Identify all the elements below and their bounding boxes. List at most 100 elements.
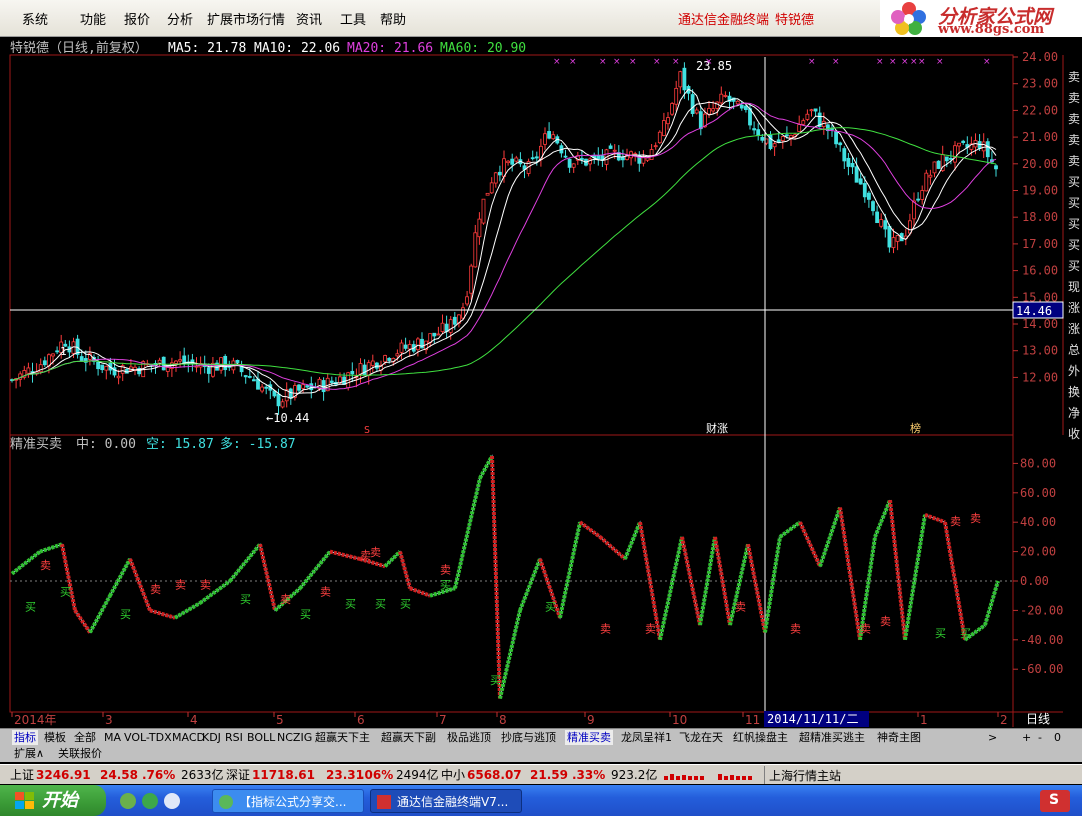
tab-13[interactable]: 抄底与逃顶 [499,730,558,745]
indicator-tick-label: 60.00 [1020,486,1056,500]
extension-bar: 扩展∧ 关联报价 [0,745,1082,762]
tab-6[interactable]: KDJ [200,730,223,745]
candle-body [440,322,445,333]
indicator-kong: 空: 15.87 [146,437,214,452]
moving-average-lines [11,88,997,399]
menu-help[interactable]: 帮助 [380,9,406,28]
candle-body [260,386,265,392]
tab-control-0[interactable]: > [986,730,999,745]
candle-body [780,136,785,141]
menu-news[interactable]: 资讯 [296,9,322,28]
signal-marker: × [705,57,713,67]
candle-body [403,344,408,349]
tab-19[interactable]: 神奇主图 [875,730,923,745]
tab-1[interactable]: 模板 [42,730,68,745]
tab-12[interactable]: 极品逃顶 [445,730,493,745]
candlestick-series [10,62,998,415]
tab-10[interactable]: 超赢天下主 [313,730,372,745]
date-highlight: 2014/11/11/二 [767,712,858,726]
tab-control-3[interactable]: 0 [1052,730,1063,745]
quicklaunch-app-icon[interactable] [120,793,136,809]
candle-body [957,142,961,147]
sell-signal-label: 卖 [645,622,656,635]
menu-quote[interactable]: 报价 [124,9,150,28]
tab-control-2[interactable]: - [1036,730,1044,745]
price-tick-label: 12.00 [1022,370,1058,384]
sz-pct: .06% [360,768,394,782]
side-label: 涨 [1068,321,1080,336]
tab-16[interactable]: 飞龙在天 [677,730,725,745]
menu-extended-market[interactable]: 扩展市场行情 [207,9,285,28]
side-label: 现 [1068,280,1080,294]
main-chart-title: 特锐德（日线,前复权） [10,40,148,56]
expand-button[interactable]: 扩展∧ [14,746,44,761]
quicklaunch-browser-icon[interactable] [142,793,158,809]
tab-11[interactable]: 超赢天下副 [379,730,438,745]
zx-pct: .33% [572,768,606,782]
menu-analysis[interactable]: 分析 [167,9,193,28]
sell-signal-label: 卖 [880,615,891,628]
candle-body [756,129,761,136]
candle-body [465,296,470,305]
tab-8[interactable]: BOLL [245,730,277,745]
candle-body [596,155,601,160]
side-label: 买 [1068,238,1080,252]
taskbar-item-tdx-terminal[interactable]: 通达信金融终端V7... [370,789,522,813]
candle-body [485,192,490,196]
signal-marker: × [876,57,884,67]
candle-body [493,172,498,184]
tab-17[interactable]: 红帆操盘主 [731,730,790,745]
menu-system[interactable]: 系统 [22,9,48,28]
buy-segment [558,521,582,619]
price-tick-label: 22.00 [1022,103,1058,117]
date-tick-label: 2014年 [14,713,57,727]
candle-body [883,220,888,230]
tab-0[interactable]: 指标 [12,730,38,745]
sh-pct: .76% [142,768,176,782]
candle-body [981,141,986,152]
ma5-line [11,88,997,399]
candle-body [567,158,572,168]
chart-area[interactable]: 特锐德（日线,前复权） MA5: 21.78 MA10: 22.06 MA20:… [0,37,1082,728]
taskbar-item-formula-share[interactable]: 【指标公式分享交... [212,789,364,813]
menu-tools[interactable]: 工具 [340,9,366,28]
candle-body [694,109,699,114]
linked-quote-button[interactable]: 关联报价 [58,746,102,761]
candle-body [223,355,228,371]
tab-7[interactable]: RSI [223,730,245,745]
candle-body [657,131,662,144]
candle-body [243,375,248,378]
candle-body [653,145,658,148]
candle-body [690,94,695,114]
signal-marker: × [901,57,909,67]
tab-4[interactable]: VOL-TDX [122,730,174,745]
sell-signal-label: 卖 [440,564,451,577]
browser-icon [219,795,233,809]
ma20-line [11,102,997,390]
tab-control-1[interactable]: + [1020,730,1033,745]
tab-9[interactable]: NCZIG [275,730,314,745]
tab-15[interactable]: 龙凤呈祥1 [619,730,674,745]
quicklaunch-ie-icon[interactable] [164,793,180,809]
start-button[interactable]: 开始 [0,785,106,816]
menu-function[interactable]: 功能 [80,9,106,28]
buy-signal-label: 买 [300,608,311,621]
candle-body [489,182,494,194]
tray-app-icon[interactable]: S [1040,790,1070,812]
ma60-value: MA60: 20.90 [440,41,526,56]
windows-logo-icon [15,792,34,809]
side-label: 卖 [1068,154,1080,168]
candle-body [842,148,847,162]
side-label: 买 [1068,175,1080,189]
tab-2[interactable]: 全部 [72,730,98,745]
logo-url: www.88gs.com [938,22,1045,37]
price-axis: 24.00 23.00 22.00 21.00 20.00 19.00 18.00 17.00… [1013,50,1058,384]
candle-body [670,103,674,115]
candle-body [190,359,195,365]
buy-signal-label: 买 [120,608,131,621]
tab-18[interactable]: 超精准买逃主 [797,730,867,745]
tab-3[interactable]: MA [102,730,123,745]
price-tick-label: 18.00 [1022,210,1058,224]
sell-segment [258,543,277,611]
tab-14[interactable]: 精准买卖 [565,730,613,745]
